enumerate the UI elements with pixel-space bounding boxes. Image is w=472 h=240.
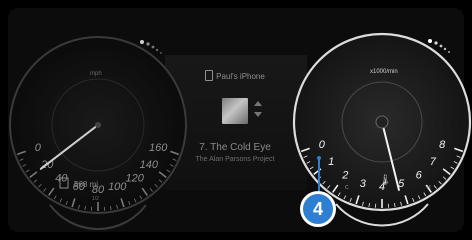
tachometer-label: 0 xyxy=(319,139,326,151)
phone-name: Paul's iPhone xyxy=(216,72,265,81)
speedometer-hub xyxy=(95,122,101,128)
phone-icon xyxy=(205,70,214,81)
speedometer-label: 100 xyxy=(108,181,127,193)
callout-badge: 4 xyxy=(300,191,336,227)
speedometer-label: 0 xyxy=(35,142,42,154)
scroll-up-icon xyxy=(254,101,262,106)
coolant-temp-icon: 🌡 xyxy=(379,174,392,186)
tachometer-label: 3 xyxy=(360,178,367,190)
temp-cold-mark: C xyxy=(345,185,349,191)
speed-unit-label: mph xyxy=(90,71,102,77)
speedometer-label: 160 xyxy=(149,142,168,154)
fuel-half-mark: 1/2 xyxy=(92,196,99,202)
track-title: 7. The Cold Eye xyxy=(199,142,271,153)
scroll-down-icon xyxy=(254,112,262,117)
tachometer-hub xyxy=(375,115,389,129)
media-center-display: Paul's iPhone 7. The Cold Eye The Alan P… xyxy=(170,60,300,185)
phone-row: Paul's iPhone xyxy=(170,70,300,81)
tachometer-label: 2 xyxy=(341,169,348,181)
fuel-range: 568 mi xyxy=(74,180,98,189)
callout-leader-dot xyxy=(317,156,321,160)
instrument-cluster: 020406080100120140160 mph 568 mi 1/2 xyxy=(0,0,472,240)
artist-name: The Alan Parsons Project xyxy=(195,156,275,163)
tachometer-label: 8 xyxy=(439,139,446,151)
rpm-unit-label: x1000/min xyxy=(370,69,398,75)
tachometer-label: 1 xyxy=(328,156,334,168)
speedometer-label: 140 xyxy=(140,159,159,171)
album-cover xyxy=(222,98,248,124)
temp-hot-mark: H xyxy=(427,185,431,191)
speedometer-label: 120 xyxy=(126,172,145,184)
tachometer-label: 6 xyxy=(416,169,423,181)
tachometer-label: 7 xyxy=(430,156,437,168)
